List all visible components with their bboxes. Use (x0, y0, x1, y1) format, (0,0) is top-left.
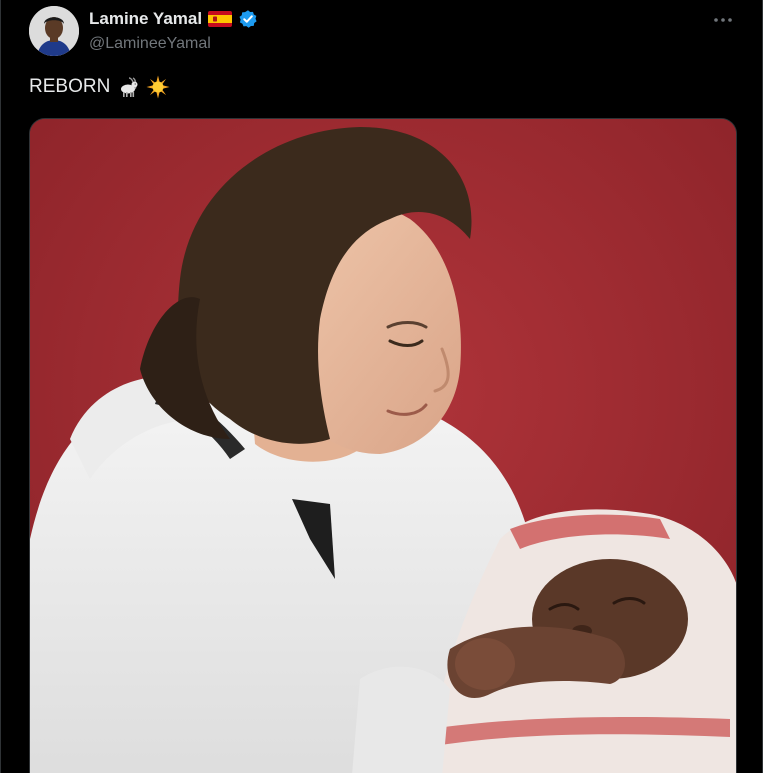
avatar-image (29, 6, 79, 56)
tweet-header: Lamine Yamal @LamineeYamal (29, 6, 749, 58)
goat-emoji-icon (116, 75, 140, 99)
tweet-card[interactable]: Lamine Yamal @LamineeYamal REBORN (0, 0, 763, 773)
spain-flag-icon (208, 11, 233, 27)
more-dots-icon[interactable] (711, 10, 735, 30)
author-name-row[interactable]: Lamine Yamal (89, 9, 258, 29)
avatar[interactable] (29, 6, 79, 56)
tweet-text-content: REBORN (29, 76, 111, 97)
photo-image (30, 119, 736, 773)
author-display-name[interactable]: Lamine Yamal (89, 9, 202, 29)
tweet-text: REBORN (29, 75, 170, 99)
verified-badge-icon (238, 9, 258, 29)
sun-emoji-icon (146, 75, 170, 99)
author-handle[interactable]: @LamineeYamal (89, 35, 211, 53)
tweet-media-photo[interactable] (29, 118, 737, 773)
